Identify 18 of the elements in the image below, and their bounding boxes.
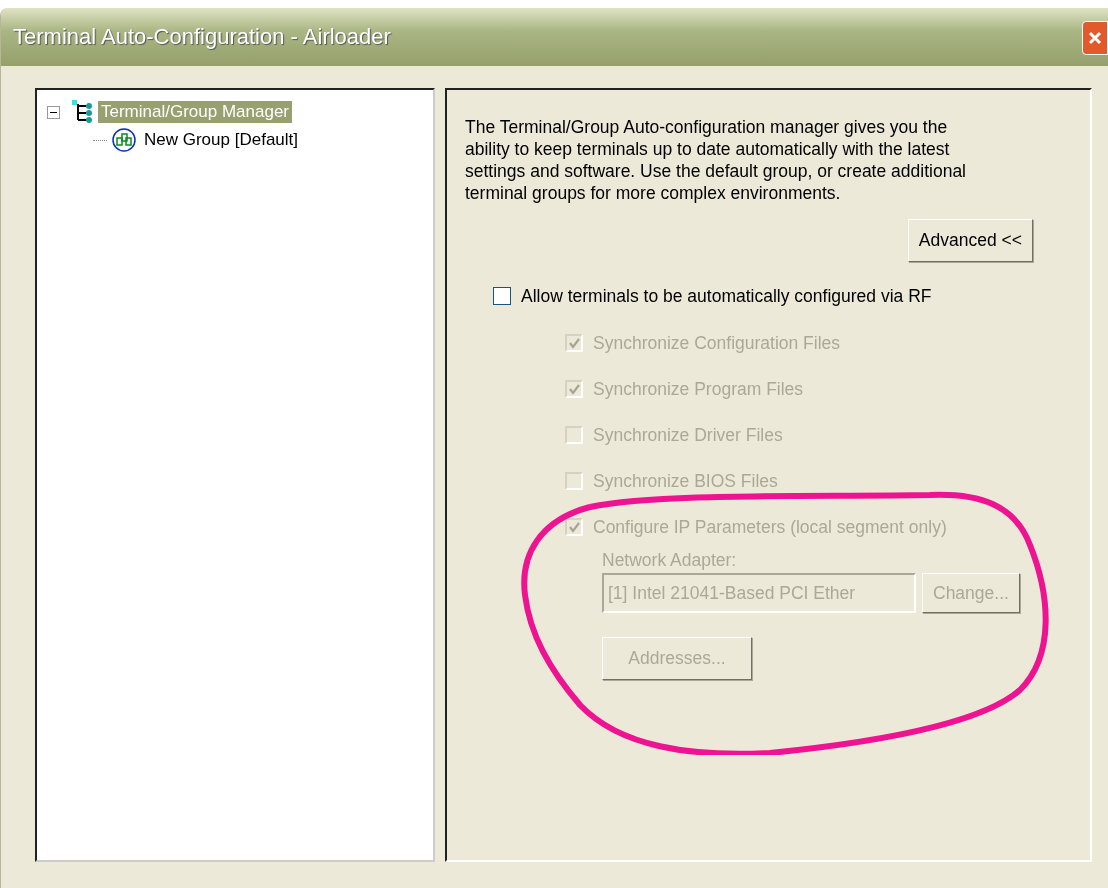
field-label: Network Adapter: (602, 550, 738, 571)
checkbox-label: Configure IP Parameters (local segment only) (593, 516, 947, 538)
checkbox-label: Allow terminals to be automatically configured via RF (521, 285, 932, 307)
checkbox[interactable] (493, 287, 511, 305)
hierarchy-icon (72, 100, 94, 124)
checkbox-label: Synchronize BIOS Files (593, 470, 778, 492)
collapse-icon[interactable] (47, 105, 60, 119)
checkbox-label: Synchronize Configuration Files (593, 332, 841, 354)
advanced-button[interactable]: Advanced << (907, 219, 1033, 262)
group-icon (111, 127, 137, 153)
close-icon (1087, 30, 1103, 46)
description-text: The Terminal/Group Auto-configuration manager gives you the ability to keep terminals up to date automatically with the latest settings and software. Use the default group, or create additional terminal groups for more complex environments. (465, 116, 967, 204)
tree-item[interactable]: New Group [Default] (141, 129, 301, 151)
tree-item[interactable]: Terminal/Group Manager (98, 101, 293, 123)
close-button[interactable] (1082, 21, 1108, 55)
window-title: Terminal Auto-Configuration - Airloader (13, 24, 391, 50)
checkbox-label: Synchronize Program Files (593, 378, 804, 400)
checkbox-label: Synchronize Driver Files (593, 424, 783, 446)
